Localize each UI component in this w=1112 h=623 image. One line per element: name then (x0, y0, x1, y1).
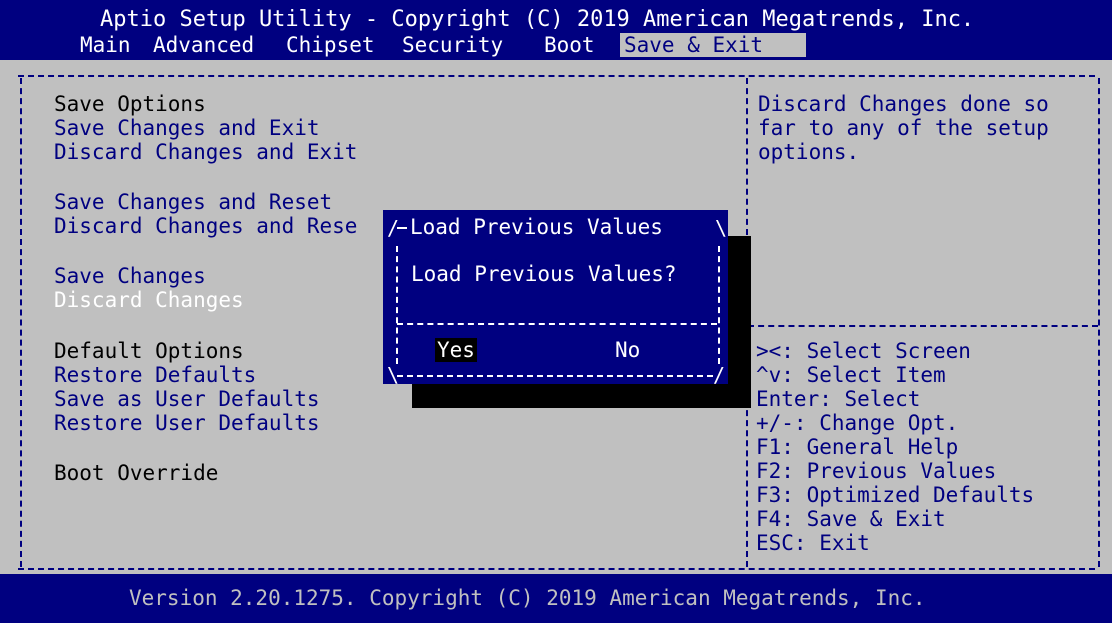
dialog-separator (397, 323, 717, 325)
header-bar: Aptio Setup Utility - Copyright (C) 2019… (0, 0, 1112, 60)
dialog-title-rule-left (397, 227, 407, 229)
dialog-right-border (718, 246, 720, 364)
tab-boot[interactable]: Boot (540, 33, 599, 57)
version-text: Version 2.20.1275. Copyright (C) 2019 Am… (129, 586, 926, 610)
tab-save-exit[interactable]: Save & Exit (620, 33, 806, 57)
help-description-line: options. (758, 140, 860, 164)
no-button[interactable]: No (615, 338, 640, 362)
menu-item-discard-changes-and-exit[interactable]: Discard Changes and Exit (54, 140, 357, 164)
help-divider (748, 325, 1098, 327)
yes-button[interactable]: Yes (435, 338, 477, 362)
frame-right-border (1098, 78, 1100, 567)
menu-item-discard-changes-and-reset[interactable]: Discard Changes and Rese (54, 214, 357, 238)
menu-item-save-changes-and-reset[interactable]: Save Changes and Reset (54, 190, 332, 214)
help-key-f4: F4: Save & Exit (756, 507, 946, 531)
help-key-f3: F3: Optimized Defaults (756, 483, 1035, 507)
menu-item-restore-defaults[interactable]: Restore Defaults (54, 363, 256, 387)
load-previous-values-dialog: / Load Previous Values \ Load Previous V… (383, 210, 728, 387)
tab-main[interactable]: Main (76, 33, 135, 57)
help-key-esc: ESC: Exit (756, 531, 870, 555)
dialog-corner-top-right: \ (715, 216, 728, 240)
menu-item-save-changes-and-exit[interactable]: Save Changes and Exit (54, 116, 320, 140)
dialog-prompt: Load Previous Values? (411, 262, 677, 286)
dialog-title: Load Previous Values (410, 215, 663, 239)
help-key-select-item: ^v: Select Item (756, 363, 946, 387)
menu-item-save-as-user-defaults[interactable]: Save as User Defaults (54, 387, 320, 411)
frame-top-border (18, 75, 1095, 77)
dialog-corner-bottom-right: / (713, 363, 726, 387)
dialog-bottom-border (397, 375, 713, 377)
bios-screen: Aptio Setup Utility - Copyright (C) 2019… (0, 0, 1112, 623)
tab-chipset[interactable]: Chipset (282, 33, 379, 57)
default-options-heading: Default Options (54, 339, 244, 363)
help-key-change-opt: +/-: Change Opt. (756, 411, 959, 435)
boot-override-heading: Boot Override (54, 461, 219, 485)
utility-title: Aptio Setup Utility - Copyright (C) 2019… (100, 7, 975, 32)
help-key-enter: Enter: Select (756, 387, 921, 411)
help-key-f2: F2: Previous Values (756, 459, 997, 483)
menu-item-discard-changes[interactable]: Discard Changes (54, 288, 244, 312)
menu-item-save-changes[interactable]: Save Changes (54, 264, 206, 288)
help-key-f1: F1: General Help (756, 435, 959, 459)
tab-security[interactable]: Security (398, 33, 507, 57)
menu-item-restore-user-defaults[interactable]: Restore User Defaults (54, 411, 320, 435)
tab-advanced[interactable]: Advanced (149, 33, 258, 57)
help-description-line: Discard Changes done so (758, 92, 1049, 116)
footer-bar: Version 2.20.1275. Copyright (C) 2019 Am… (0, 574, 1112, 623)
help-key-select-screen: ><: Select Screen (756, 339, 971, 363)
frame-bottom-border (18, 568, 1095, 570)
help-description-line: far to any of the setup (758, 116, 1049, 140)
dialog-left-border (396, 246, 398, 364)
frame-left-border (20, 78, 22, 567)
save-options-heading: Save Options (54, 92, 206, 116)
